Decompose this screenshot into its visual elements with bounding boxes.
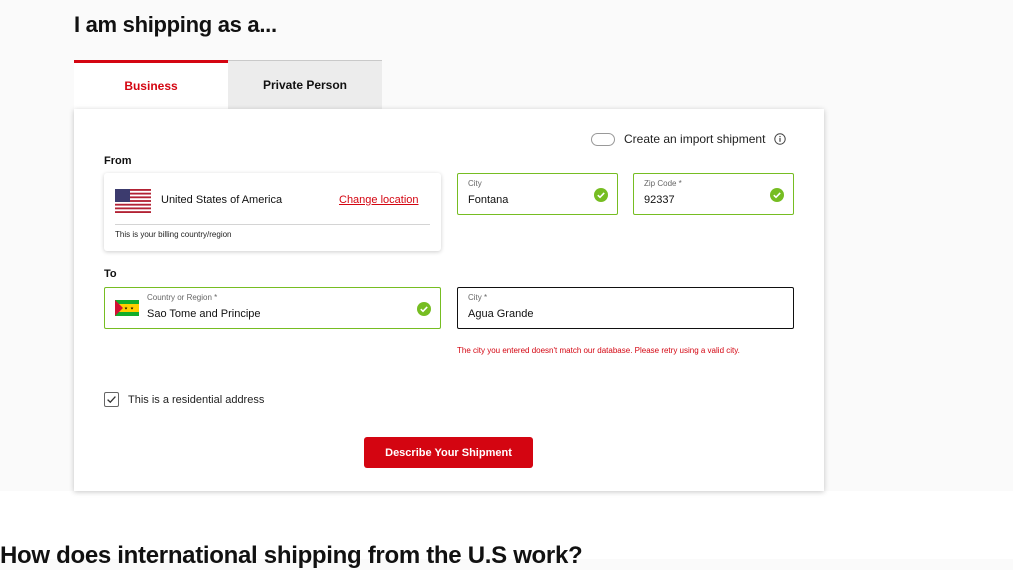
- info-icon[interactable]: [774, 133, 787, 145]
- check-circle-icon: [770, 188, 784, 202]
- destination-city-field[interactable]: City * Agua Grande: [457, 287, 794, 329]
- describe-shipment-button[interactable]: Describe Your Shipment: [364, 437, 533, 468]
- destination-city-label: City *: [468, 293, 488, 302]
- checkmark-icon: [107, 396, 116, 404]
- origin-city-value: Fontana: [468, 194, 509, 206]
- shipper-type-tabs: Business Private Person: [74, 60, 382, 109]
- from-label: From: [104, 155, 132, 167]
- origin-city-label: City: [468, 179, 482, 188]
- import-shipment-label: Create an import shipment: [624, 132, 766, 146]
- residential-checkbox[interactable]: [104, 392, 119, 407]
- origin-country: United States of America: [161, 194, 283, 206]
- destination-country-label: Country or Region *: [147, 293, 218, 302]
- destination-city-value: Agua Grande: [468, 308, 534, 320]
- origin-city-field[interactable]: City Fontana: [457, 173, 618, 215]
- check-circle-icon: [417, 302, 431, 316]
- divider: [115, 224, 430, 225]
- tab-business[interactable]: Business: [74, 60, 228, 109]
- origin-country-box: United States of America Change location…: [104, 173, 441, 251]
- residential-label: This is a residential address: [128, 393, 265, 406]
- change-location-link[interactable]: Change location: [339, 194, 419, 206]
- origin-zip-value: 92337: [644, 194, 675, 206]
- import-shipment-row: Create an import shipment: [591, 130, 787, 148]
- origin-zip-field[interactable]: Zip Code * 92337: [633, 173, 794, 215]
- shipment-form-card: Create an import shipment From United St…: [74, 109, 824, 491]
- check-circle-icon: [594, 188, 608, 202]
- origin-zip-label: Zip Code *: [644, 179, 682, 188]
- billing-note: This is your billing country/region: [115, 230, 232, 239]
- sao-tome-flag-icon: [115, 300, 139, 316]
- city-error-message: The city you entered doesn't match our d…: [457, 346, 740, 355]
- destination-country-value: Sao Tome and Principe: [147, 308, 261, 320]
- destination-country-field[interactable]: Country or Region * Sao Tome and Princip…: [104, 287, 441, 329]
- to-label: To: [104, 268, 117, 280]
- page-title: I am shipping as a...: [74, 12, 277, 37]
- section-heading: How does international shipping from the…: [0, 542, 583, 569]
- import-shipment-toggle[interactable]: [591, 132, 615, 146]
- us-flag-icon: [115, 189, 151, 213]
- tab-private-person[interactable]: Private Person: [228, 60, 382, 109]
- residential-row: This is a residential address: [104, 392, 264, 407]
